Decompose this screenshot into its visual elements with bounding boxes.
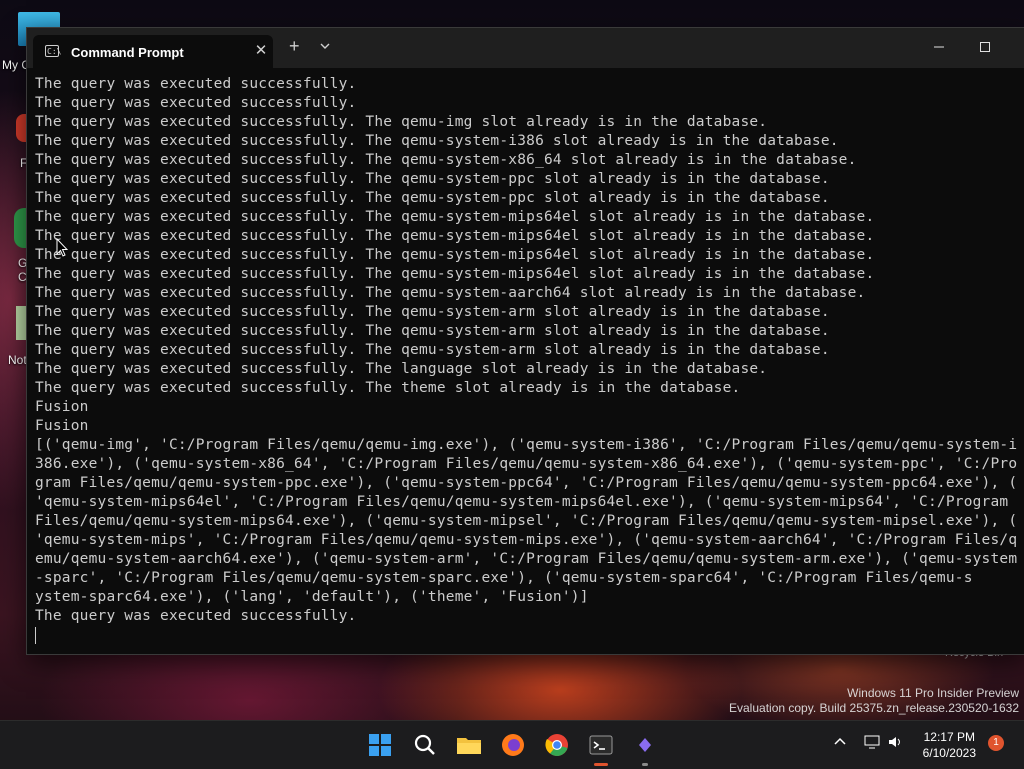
start-button[interactable]: [364, 729, 396, 761]
console-line: The query was executed successfully. The…: [35, 152, 857, 168]
notification-badge[interactable]: 1: [988, 735, 1004, 751]
terminal-window: C:\ Command Prompt ✕ + The query was exe…: [26, 27, 1024, 655]
console-line: The query was executed successfully.: [35, 76, 357, 92]
console-line: The query was executed successfully. The…: [35, 361, 768, 377]
console-line: The query was executed successfully. The…: [35, 342, 830, 358]
console-line: -sparc', 'C:/Program Files/qemu/qemu-sys…: [35, 570, 973, 586]
visual-studio-icon: [639, 738, 651, 752]
chrome-button[interactable]: [541, 729, 573, 761]
console-line: Fusion: [35, 418, 89, 434]
console-line: gram Files/qemu/qemu-system-ppc.exe'), (…: [35, 475, 1018, 491]
console-line: Files/qemu/qemu-system-mips64.exe'), ('q…: [35, 513, 1018, 529]
console-line: The query was executed successfully. The…: [35, 304, 830, 320]
network-icon[interactable]: [864, 735, 880, 752]
desktop-icon-label: Not: [8, 353, 27, 367]
file-explorer-button[interactable]: [453, 729, 485, 761]
chevron-up-icon[interactable]: [833, 735, 847, 752]
console-line: Fusion: [35, 399, 89, 415]
console-line: The query was executed successfully. The…: [35, 114, 768, 130]
console-line: The query was executed successfully. The…: [35, 228, 875, 244]
minimize-button[interactable]: [916, 28, 962, 68]
start-icon: [369, 734, 391, 756]
clock[interactable]: 12:17 PM 6/10/2023: [923, 729, 976, 761]
console-line: The query was executed successfully. The…: [35, 190, 830, 206]
console-prompt-line[interactable]: [35, 626, 1024, 645]
firefox-icon: [502, 734, 524, 756]
console-line: 'qemu-system-mips', 'C:/Program Files/qe…: [35, 532, 1018, 548]
console-line: The query was executed successfully. The…: [35, 247, 875, 263]
tab-close-icon[interactable]: ✕: [251, 41, 271, 61]
volume-icon[interactable]: [888, 735, 904, 752]
console-line: The query was executed successfully. The…: [35, 133, 839, 149]
search-button[interactable]: [409, 729, 441, 761]
clock-time: 12:17 PM: [923, 730, 975, 744]
clock-date: 6/10/2023: [922, 746, 976, 760]
file-explorer-icon: [457, 738, 481, 754]
firefox-button[interactable]: [497, 729, 529, 761]
visual-studio-button[interactable]: [629, 729, 661, 766]
console-line: 'qemu-system-mips64el', 'C:/Program File…: [35, 494, 1018, 510]
text-cursor: [35, 626, 36, 644]
watermark-edition: Windows 11 Pro Insider Preview: [847, 686, 1019, 700]
console-line: The query was executed successfully. The…: [35, 285, 866, 301]
terminal-icon: [589, 735, 613, 755]
command-prompt-icon: C:\: [45, 45, 62, 57]
console-line: 386.exe'), ('qemu-system-x86_64', 'C:/Pr…: [35, 456, 1018, 472]
tab-title: Command Prompt: [71, 45, 184, 60]
console-line: The query was executed successfully. The…: [35, 209, 875, 225]
mouse-pointer-icon: [56, 238, 68, 257]
tab-dropdown-icon[interactable]: [319, 40, 331, 56]
taskbar: 12:17 PM 6/10/2023: [0, 720, 1024, 769]
console-line: ystem-sparc64.exe'), ('lang', 'default')…: [35, 589, 589, 605]
tab-command-prompt[interactable]: C:\ Command Prompt ✕: [33, 35, 273, 68]
terminal-button[interactable]: [585, 729, 617, 766]
console-line: emu/qemu-system-aarch64.exe'), ('qemu-sy…: [35, 551, 1018, 567]
chrome-icon: [545, 734, 568, 756]
windows-watermark: Windows 11 Pro Insider Preview Evaluatio…: [729, 686, 1019, 716]
console-line: The query was executed successfully.: [35, 608, 357, 624]
console-line: [('qemu-img', 'C:/Program Files/qemu/qem…: [35, 437, 1018, 453]
watermark-build: Evaluation copy. Build 25375.zn_release.…: [729, 701, 1019, 715]
console-line: The query was executed successfully.: [35, 95, 357, 111]
console-line: The query was executed successfully. The…: [35, 266, 875, 282]
search-icon: [414, 734, 435, 755]
title-bar[interactable]: C:\ Command Prompt ✕ +: [27, 28, 1024, 68]
maximize-button[interactable]: [962, 28, 1008, 68]
console-output[interactable]: The query was executed successfully. The …: [35, 75, 1024, 654]
console-line: The query was executed successfully. The…: [35, 380, 741, 396]
console-line: The query was executed successfully. The…: [35, 323, 830, 339]
new-tab-button[interactable]: +: [289, 37, 300, 55]
console-line: The query was executed successfully. The…: [35, 171, 830, 187]
